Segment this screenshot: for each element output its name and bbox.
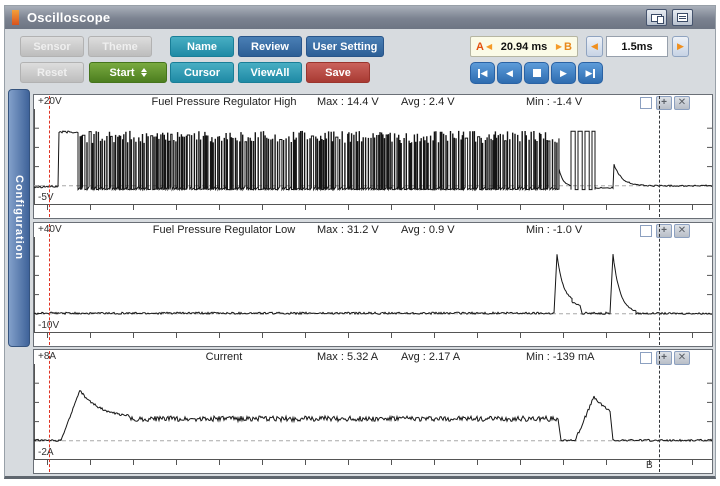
configuration-tab-label: Configuration: [13, 175, 25, 260]
cursor-a-line[interactable]: [49, 351, 50, 472]
channel-select-checkbox[interactable]: [640, 352, 652, 364]
channel-close-button[interactable]: ✕: [674, 96, 690, 110]
start-button-label: Start: [109, 67, 134, 79]
cursor-a-line[interactable]: [49, 224, 50, 345]
oscilloscope-app: Oscilloscope Sensor Theme Name Review Us…: [0, 0, 720, 486]
channel-max-readout: Max : 5.32 A: [317, 351, 378, 363]
app-window: Oscilloscope Sensor Theme Name Review Us…: [4, 5, 716, 479]
channel-close-button[interactable]: ✕: [674, 224, 690, 238]
channel-name: Current: [206, 351, 243, 363]
sensor-button[interactable]: Sensor: [20, 36, 84, 57]
time-axis-ticks: [34, 333, 712, 338]
channel-avg-readout: Avg : 2.17 A: [401, 351, 460, 363]
left-arrow-icon: ◀: [591, 41, 598, 52]
print-button[interactable]: [672, 9, 693, 26]
ab-time-value: 20.94 ms: [494, 41, 554, 53]
waveform-plot[interactable]: [34, 109, 712, 205]
waveform-plot[interactable]: [34, 237, 712, 333]
cursor-b-line[interactable]: [659, 351, 660, 472]
channel-max-readout: Max : 14.4 V: [317, 96, 379, 108]
cursor-button[interactable]: Cursor: [170, 62, 234, 83]
cursor-a-line[interactable]: [49, 96, 50, 217]
ab-cursor-readout: A ◀ 20.94 ms ▶ B: [470, 36, 578, 57]
channel-2-panel: +40V -10V Fuel Pressure Regulator Low Ma…: [33, 222, 713, 347]
app-logo-icon: [12, 10, 19, 25]
play-icon: ▶: [560, 69, 567, 78]
configuration-tab[interactable]: Configuration: [8, 89, 30, 347]
print-icon: [677, 13, 688, 22]
start-button[interactable]: Start: [89, 62, 167, 83]
skip-to-start-button[interactable]: ◀: [470, 62, 495, 84]
cursor-b-bottom-label: B: [646, 460, 653, 471]
time-axis: [34, 205, 712, 218]
cursor-b-line[interactable]: [659, 96, 660, 217]
channel-min-readout: Min : -1.0 V: [526, 224, 582, 236]
timebase-decrease-button[interactable]: ◀: [586, 36, 603, 57]
channel-select-checkbox[interactable]: [640, 97, 652, 109]
cursor-a-arrow-icon: ◀: [486, 42, 492, 51]
step-back-icon: ◀: [506, 69, 513, 78]
channel-name: Fuel Pressure Regulator High: [152, 96, 297, 108]
reset-button[interactable]: Reset: [20, 62, 84, 83]
channel-avg-readout: Avg : 0.9 V: [401, 224, 455, 236]
skip-to-start-icon: [478, 69, 480, 78]
channel-1-panel: +20V -5V Fuel Pressure Regulator High Ma…: [33, 94, 713, 219]
channel-avg-readout: Avg : 2.4 V: [401, 96, 455, 108]
time-axis: [34, 333, 712, 346]
stop-button[interactable]: [524, 62, 549, 84]
channel-min-readout: Min : -1.4 V: [526, 96, 582, 108]
play-button[interactable]: ▶: [551, 62, 576, 84]
user-setting-button[interactable]: User Setting: [306, 36, 384, 57]
time-axis: [34, 460, 712, 473]
channel-min-readout: Min : -139 mA: [526, 351, 594, 363]
channel-select-checkbox[interactable]: [640, 225, 652, 237]
skip-to-end-icon: ▶: [586, 69, 593, 78]
theme-button[interactable]: Theme: [88, 36, 152, 57]
timebase-value[interactable]: 1.5ms: [606, 36, 668, 57]
time-axis-ticks: [34, 460, 712, 465]
review-button[interactable]: Review: [238, 36, 302, 57]
screen-capture-icon: [651, 14, 662, 22]
screen-capture-button[interactable]: [646, 9, 667, 26]
timebase-increase-button[interactable]: ▶: [672, 36, 689, 57]
skip-to-end-button[interactable]: ▶: [578, 62, 603, 84]
name-button[interactable]: Name: [170, 36, 234, 57]
cursor-b-label: B: [564, 41, 572, 53]
cursor-b-line[interactable]: [659, 224, 660, 345]
channel-name: Fuel Pressure Regulator Low: [153, 224, 295, 236]
channel-3-panel: +8A -2A Current Max : 5.32 A Avg : 2.17 …: [33, 349, 713, 474]
step-back-button[interactable]: ◀: [497, 62, 522, 84]
start-spinner-icon[interactable]: [141, 65, 147, 80]
title-bar: Oscilloscope: [5, 6, 715, 29]
stop-icon: [533, 69, 541, 77]
waveform-plot[interactable]: [34, 364, 712, 460]
channel-close-button[interactable]: ✕: [674, 351, 690, 365]
channel-max-readout: Max : 31.2 V: [317, 224, 379, 236]
save-button[interactable]: Save: [306, 62, 370, 83]
cursor-a-label: A: [476, 41, 484, 53]
window-title: Oscilloscope: [27, 10, 110, 25]
right-arrow-icon: ▶: [677, 41, 684, 52]
cursor-b-arrow-icon: ▶: [556, 42, 562, 51]
time-axis-ticks: [34, 205, 712, 210]
viewall-button[interactable]: ViewAll: [238, 62, 302, 83]
channel-top-scale-label: +8A: [38, 351, 56, 362]
